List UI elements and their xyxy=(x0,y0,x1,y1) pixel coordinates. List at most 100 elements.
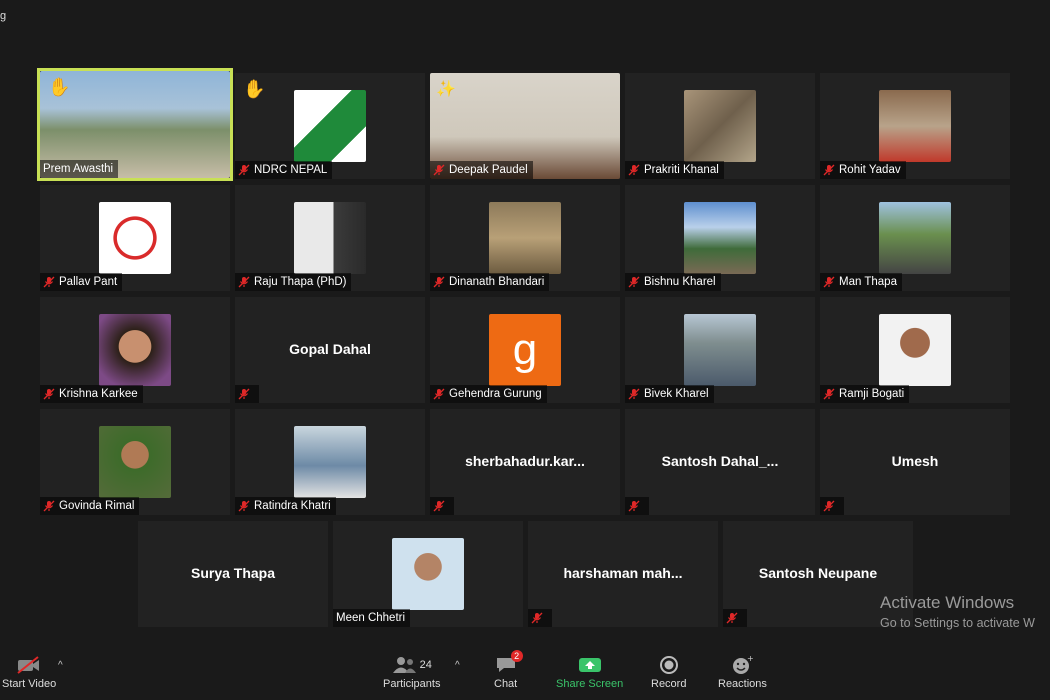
participant-tile[interactable]: Surya Thapa xyxy=(138,521,328,627)
muted-mic-icon xyxy=(628,164,640,176)
participant-tile[interactable]: Dinanath Bhandari xyxy=(430,185,620,291)
confetti-reaction-icon: ✨ xyxy=(436,81,456,98)
participant-name: Bivek Kharel xyxy=(644,388,709,400)
participant-tile[interactable]: Bishnu Kharel xyxy=(625,185,815,291)
participant-name: Gehendra Gurung xyxy=(449,388,542,400)
participant-tile[interactable]: sherbahadur.kar... xyxy=(430,409,620,515)
share-screen-button[interactable]: Share Screen xyxy=(556,652,623,690)
share-screen-label: Share Screen xyxy=(556,678,624,690)
reactions-button[interactable]: + Reactions xyxy=(718,652,767,690)
participant-name: Prakriti Khanal xyxy=(644,164,719,176)
participant-name-bar: Prem Awasthi xyxy=(40,160,119,178)
participant-tile[interactable]: ✋ NDRC NEPAL xyxy=(235,73,425,179)
chat-icon: 2 xyxy=(495,650,523,678)
participant-tile[interactable]: Ramji Bogati xyxy=(820,297,1010,403)
muted-mic-icon xyxy=(628,276,640,288)
participant-name-bar xyxy=(430,497,454,515)
participant-name: Bishnu Kharel xyxy=(644,276,716,288)
muted-mic-icon xyxy=(238,164,250,176)
muted-mic-icon xyxy=(238,500,250,512)
participant-name-bar: Raju Thapa (PhD) xyxy=(235,273,352,291)
participant-name-bar: Man Thapa xyxy=(820,273,902,291)
participant-tile[interactable]: Gopal Dahal xyxy=(235,297,425,403)
muted-mic-icon xyxy=(433,500,445,512)
reactions-icon: + xyxy=(731,652,753,678)
participant-photo xyxy=(684,314,756,386)
participant-tile[interactable]: Umesh xyxy=(820,409,1010,515)
raised-hand-icon: ✋ xyxy=(243,79,266,99)
participant-photo xyxy=(294,202,366,274)
participant-photo xyxy=(489,202,561,274)
muted-mic-icon xyxy=(628,500,640,512)
participant-tile[interactable]: Ratindra Khatri xyxy=(235,409,425,515)
participant-name: Raju Thapa (PhD) xyxy=(254,276,347,288)
video-off-icon xyxy=(16,652,42,678)
record-icon xyxy=(659,652,679,678)
muted-mic-icon xyxy=(433,164,445,176)
participant-tile[interactable]: Prakriti Khanal xyxy=(625,73,815,179)
start-video-label: Start Video xyxy=(2,678,57,690)
muted-mic-icon xyxy=(531,612,543,624)
participant-tile[interactable]: Meen Chhetri xyxy=(333,521,523,627)
photo-letter: g xyxy=(512,325,538,374)
participant-tile[interactable]: Rohit Yadav xyxy=(820,73,1010,179)
share-screen-icon xyxy=(578,652,602,678)
participant-photo xyxy=(392,538,464,610)
participant-display-name: sherbahadur.kar... xyxy=(465,453,585,469)
start-video-button[interactable]: Start Video xyxy=(2,652,56,690)
participant-name-bar: Pallav Pant xyxy=(40,273,123,291)
participants-icon: 24 xyxy=(392,652,432,678)
video-options-caret-icon[interactable]: ^ xyxy=(58,660,63,671)
record-label: Record xyxy=(651,678,687,690)
participants-button[interactable]: 24 Participants xyxy=(383,652,440,690)
participant-name-bar xyxy=(235,385,259,403)
window-title-fragment: g xyxy=(0,10,7,22)
participant-name: Pallav Pant xyxy=(59,276,118,288)
participant-name-bar xyxy=(528,609,552,627)
participant-name: Rohit Yadav xyxy=(839,164,901,176)
participant-display-name: harshaman mah... xyxy=(563,565,683,581)
chat-button[interactable]: 2 Chat xyxy=(494,650,523,690)
participant-display-name: Surya Thapa xyxy=(190,565,276,581)
muted-mic-icon xyxy=(433,276,445,288)
participant-tile[interactable]: Santosh Dahal_... xyxy=(625,409,815,515)
muted-mic-icon xyxy=(823,388,835,400)
participant-name-bar: Ratindra Khatri xyxy=(235,497,336,515)
participant-tile[interactable]: Bivek Kharel xyxy=(625,297,815,403)
participant-name: Prem Awasthi xyxy=(43,163,114,175)
participant-tile[interactable]: Man Thapa xyxy=(820,185,1010,291)
participant-photo xyxy=(684,90,756,162)
participant-name: Govinda Rimal xyxy=(59,500,135,512)
participant-name-bar: Bivek Kharel xyxy=(625,385,714,403)
participant-name-bar: Rohit Yadav xyxy=(820,161,906,179)
muted-mic-icon xyxy=(823,500,835,512)
participant-display-name: Santosh Neupane xyxy=(758,565,878,581)
participant-tile[interactable]: harshaman mah... xyxy=(528,521,718,627)
participant-name-bar: Govinda Rimal xyxy=(40,497,140,515)
record-button[interactable]: Record xyxy=(651,652,686,690)
participant-photo xyxy=(879,202,951,274)
participant-tile[interactable]: ✨ Deepak Paudel xyxy=(430,73,620,179)
participants-label: Participants xyxy=(383,678,441,690)
participant-tile[interactable]: Govinda Rimal xyxy=(40,409,230,515)
participant-tile[interactable]: Raju Thapa (PhD) xyxy=(235,185,425,291)
participant-tile[interactable]: g Gehendra Gurung xyxy=(430,297,620,403)
participant-tile[interactable]: ✋ Prem Awasthi xyxy=(37,68,233,181)
participant-tile[interactable]: Krishna Karkee xyxy=(40,297,230,403)
muted-mic-icon xyxy=(43,388,55,400)
participant-display-name: Gopal Dahal xyxy=(289,341,371,357)
meeting-toolbar: Start Video ^ 24 Participants ^ 2 Chat S… xyxy=(0,648,1050,700)
raised-hand-icon: ✋ xyxy=(48,77,71,97)
participant-name: Meen Chhetri xyxy=(336,612,406,624)
participant-photo xyxy=(879,90,951,162)
participants-options-caret-icon[interactable]: ^ xyxy=(455,660,460,671)
participant-name-bar: Krishna Karkee xyxy=(40,385,143,403)
participants-count: 24 xyxy=(419,659,432,671)
muted-mic-icon xyxy=(823,164,835,176)
participant-name: Ratindra Khatri xyxy=(254,500,331,512)
participant-photo xyxy=(99,426,171,498)
participant-name-bar: Bishnu Kharel xyxy=(625,273,721,291)
activate-windows-title: Activate Windows xyxy=(880,593,1015,612)
participant-display-name: Umesh xyxy=(891,453,939,469)
participant-tile[interactable]: Pallav Pant xyxy=(40,185,230,291)
